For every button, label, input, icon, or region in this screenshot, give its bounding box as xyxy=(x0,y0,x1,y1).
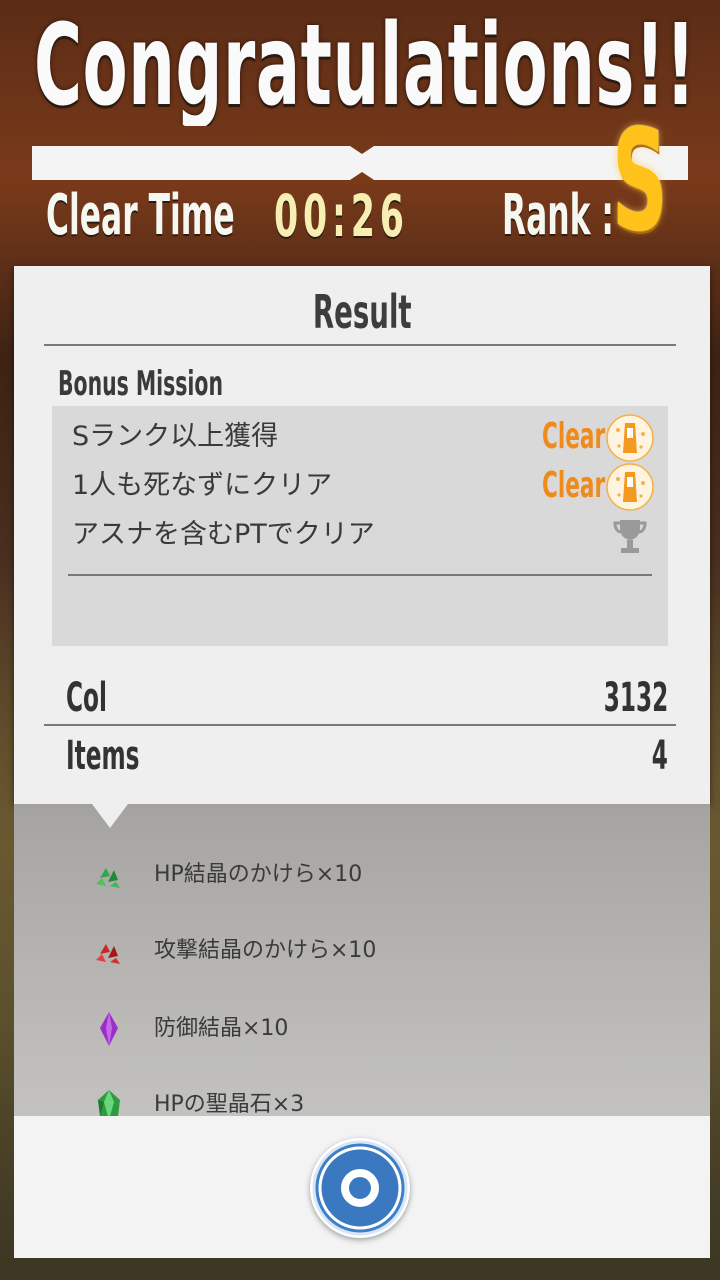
col-row: Col 3132 xyxy=(66,674,678,722)
trophy-cleared-icon xyxy=(606,463,654,511)
bonus-mission-heading: Bonus Mission xyxy=(58,364,223,404)
mission-text: 1人も死なずにクリア xyxy=(72,470,333,501)
footer-bar xyxy=(14,1116,710,1258)
mission-text: アスナを含むPTでクリア xyxy=(72,519,375,550)
stat-divider xyxy=(44,724,676,726)
mission-divider xyxy=(68,574,652,576)
item-name: HP結晶のかけら×10 xyxy=(154,862,363,887)
rank-value: S xyxy=(612,100,668,263)
items-row: Items 4 xyxy=(66,732,678,780)
item-name: 防御結晶×10 xyxy=(154,1016,289,1041)
col-value: 3132 xyxy=(603,675,668,721)
ok-button[interactable] xyxy=(310,1138,410,1238)
list-item: 攻撃結晶のかけら×10 xyxy=(14,926,710,976)
item-name: 攻撃結晶のかけら×10 xyxy=(154,938,377,963)
mission-row: アスナを含むPTでクリア xyxy=(52,512,668,558)
green-crystal-shard-icon xyxy=(90,856,128,894)
items-label: Items xyxy=(66,733,140,779)
trophy-cleared-icon xyxy=(606,414,654,462)
mission-text: Sランク以上獲得 xyxy=(72,421,279,452)
bonus-mission-list: Sランク以上獲得 Clear 1人も死なずにクリア Clear アスナを含むPT… xyxy=(52,406,668,646)
list-item: HP結晶のかけら×10 xyxy=(14,850,710,900)
item-list[interactable]: HP結晶のかけら×10 攻撃結晶のかけら×10 防御結晶×10 HPの聖晶石×3 xyxy=(14,804,710,1122)
result-panel: Result Bonus Mission Sランク以上獲得 Clear 1人も死… xyxy=(14,266,710,804)
panel-pointer xyxy=(92,804,128,828)
title-divider xyxy=(44,344,676,346)
trophy-icon xyxy=(606,512,654,560)
header-divider-bar xyxy=(32,146,688,180)
circle-ok-icon xyxy=(312,1140,408,1236)
mission-row: 1人も死なずにクリア Clear xyxy=(52,463,668,511)
purple-crystal-icon xyxy=(90,1010,128,1048)
col-label: Col xyxy=(66,675,107,721)
mission-row: Sランク以上獲得 Clear xyxy=(52,414,668,462)
clear-time-value: 00:26 xyxy=(274,182,409,250)
red-crystal-shard-icon xyxy=(90,932,128,970)
result-title: Result xyxy=(312,285,412,339)
items-value: 4 xyxy=(651,733,668,779)
list-item: 防御結晶×10 xyxy=(14,1004,710,1054)
